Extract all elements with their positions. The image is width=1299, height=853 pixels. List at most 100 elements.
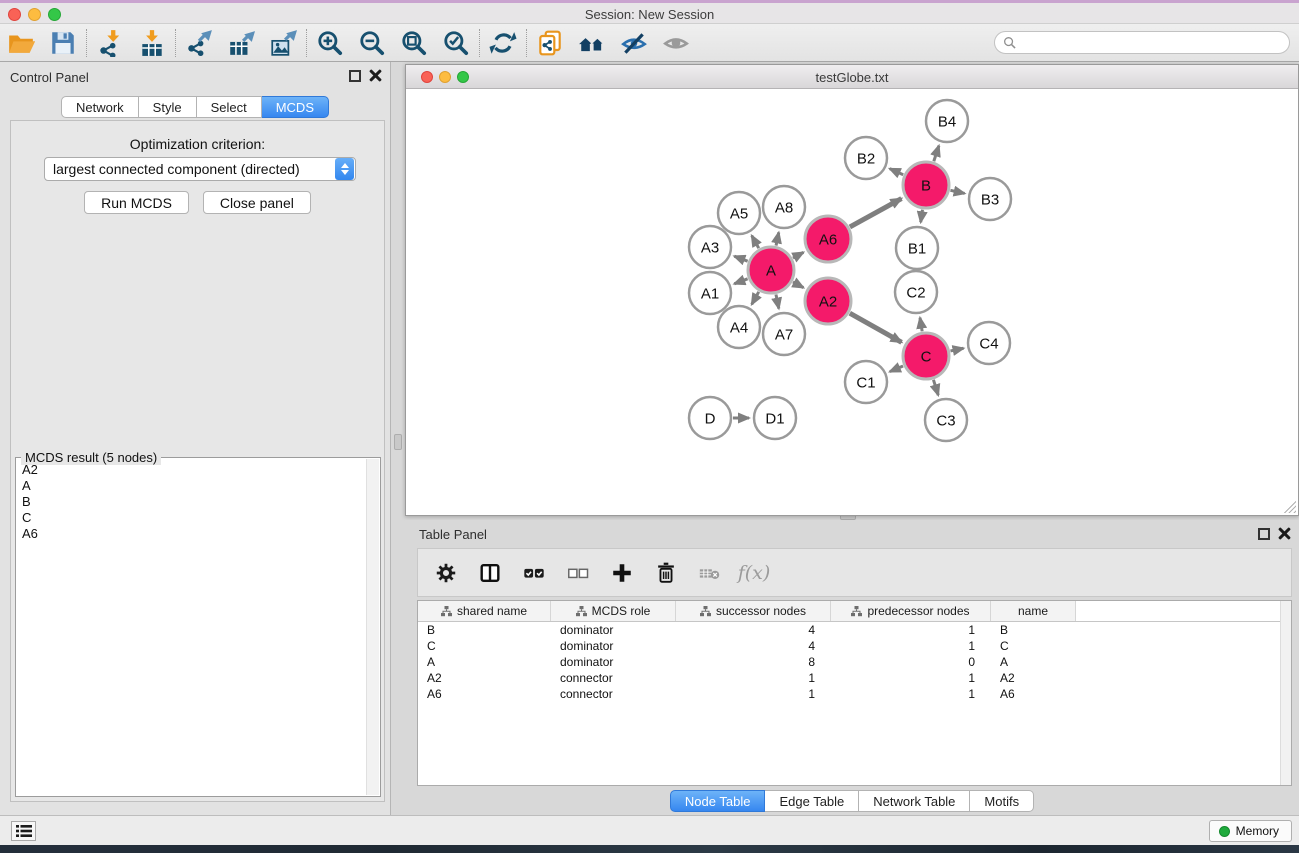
zoom-fit-button[interactable] (393, 26, 435, 60)
graph-node-B[interactable]: B (903, 162, 949, 208)
export-table-button[interactable] (220, 26, 262, 60)
table-scrollbar[interactable] (1280, 601, 1291, 785)
graph-edge[interactable] (776, 232, 779, 245)
table-cell[interactable]: B (418, 623, 551, 637)
column-header-mcds-role[interactable]: MCDS role (551, 601, 676, 621)
zoom-selected-button[interactable] (435, 26, 477, 60)
import-table-button[interactable] (131, 26, 173, 60)
graph-edge[interactable] (793, 282, 803, 288)
table-row[interactable]: Cdominator41C (418, 638, 1291, 654)
tab-network[interactable]: Network (61, 96, 139, 118)
network-graph[interactable]: B4B2BB3A5A8A6A3AB1A1A2C2A4A7CC4C1C3DD1 (406, 90, 1298, 516)
table-cell[interactable]: 4 (676, 623, 831, 637)
table-cell[interactable]: dominator (551, 623, 676, 637)
hide-graphics-details-button[interactable] (613, 26, 655, 60)
result-scrollbar[interactable] (366, 459, 379, 795)
delete-column-button[interactable] (652, 559, 680, 587)
vertical-splitter-handle[interactable] (394, 434, 402, 450)
import-network-button[interactable] (89, 26, 131, 60)
tab-select[interactable]: Select (197, 96, 262, 118)
graph-edge[interactable] (752, 236, 759, 249)
graph-node-A6[interactable]: A6 (805, 216, 851, 262)
table-cell[interactable]: A2 (991, 671, 1076, 685)
graph-node-A[interactable]: A (748, 247, 794, 293)
graph-node-D1[interactable]: D1 (754, 397, 796, 439)
zoom-out-button[interactable] (351, 26, 393, 60)
graph-node-B4[interactable]: B4 (926, 100, 968, 142)
save-session-button[interactable] (42, 26, 84, 60)
graph-edge[interactable] (950, 348, 963, 351)
table-cell[interactable]: 8 (676, 655, 831, 669)
table-cell[interactable]: connector (551, 671, 676, 685)
close-panel-icon[interactable] (369, 69, 382, 82)
graph-edge[interactable] (734, 279, 747, 284)
tab-edge-table[interactable]: Edge Table (765, 790, 859, 812)
graph-node-C4[interactable]: C4 (968, 322, 1010, 364)
graph-edge[interactable] (934, 146, 939, 162)
graph-edge[interactable] (890, 169, 903, 175)
graph-edge[interactable] (920, 318, 922, 332)
graph-edge[interactable] (950, 190, 964, 193)
graph-node-B1[interactable]: B1 (896, 227, 938, 269)
graph-node-A2[interactable]: A2 (805, 278, 851, 324)
table-cell[interactable]: 1 (676, 687, 831, 701)
search-input[interactable] (1016, 36, 1289, 50)
graph-node-A3[interactable]: A3 (689, 226, 731, 268)
delete-table-button[interactable] (696, 559, 724, 587)
function-builder-button[interactable]: f(x) (740, 559, 768, 587)
table-cell[interactable]: A2 (418, 671, 551, 685)
column-header-successor-nodes[interactable]: successor nodes (676, 601, 831, 621)
tab-network-table[interactable]: Network Table (859, 790, 970, 812)
table-row[interactable]: A2connector11A2 (418, 670, 1291, 686)
mcds-result-item[interactable]: A6 (18, 526, 364, 542)
mcds-result-item[interactable]: C (18, 510, 364, 526)
graph-edge[interactable] (933, 380, 938, 395)
graph-node-D[interactable]: D (689, 397, 731, 439)
zoom-in-button[interactable] (309, 26, 351, 60)
graph-node-A5[interactable]: A5 (718, 192, 760, 234)
table-cell[interactable]: dominator (551, 639, 676, 653)
column-header-shared-name[interactable]: shared name (418, 601, 551, 621)
table-cell[interactable]: dominator (551, 655, 676, 669)
float-panel-icon[interactable] (1258, 528, 1270, 540)
graph-edge[interactable] (890, 366, 903, 372)
graph-node-C3[interactable]: C3 (925, 399, 967, 441)
table-cell[interactable]: 1 (831, 639, 991, 653)
run-mcds-button[interactable]: Run MCDS (84, 191, 189, 214)
close-panel-icon[interactable] (1278, 527, 1291, 540)
graph-node-A4[interactable]: A4 (718, 306, 760, 348)
graph-edge[interactable] (793, 252, 803, 258)
graph-edge[interactable] (921, 210, 923, 223)
mcds-result-item[interactable]: A (18, 478, 364, 494)
open-file-button[interactable] (0, 26, 42, 60)
mcds-result-item[interactable]: A2 (18, 462, 364, 478)
column-header-predecessor-nodes[interactable]: predecessor nodes (831, 601, 991, 621)
network-canvas[interactable]: B4B2BB3A5A8A6A3AB1A1A2C2A4A7CC4C1C3DD1 (406, 90, 1298, 515)
tab-style[interactable]: Style (139, 96, 197, 118)
export-image-button[interactable] (262, 26, 304, 60)
optimization-criterion-select[interactable]: largest connected component (directed) (44, 157, 356, 181)
table-cell[interactable]: A6 (418, 687, 551, 701)
table-settings-button[interactable] (432, 559, 460, 587)
table-row[interactable]: A6connector11A6 (418, 686, 1291, 702)
graph-node-B3[interactable]: B3 (969, 178, 1011, 220)
tab-mcds[interactable]: MCDS (262, 96, 329, 118)
graph-edge[interactable] (850, 199, 902, 227)
add-column-button[interactable] (608, 559, 636, 587)
houses-button[interactable] (571, 26, 613, 60)
table-cell[interactable]: 1 (831, 687, 991, 701)
table-cell[interactable]: C (991, 639, 1076, 653)
table-cell[interactable]: 1 (831, 671, 991, 685)
export-network-button[interactable] (178, 26, 220, 60)
table-cell[interactable]: A (418, 655, 551, 669)
table-cell[interactable]: 1 (831, 623, 991, 637)
table-row[interactable]: Bdominator41B (418, 622, 1291, 638)
graph-node-A8[interactable]: A8 (763, 186, 805, 228)
graph-node-C1[interactable]: C1 (845, 361, 887, 403)
table-cell[interactable]: 0 (831, 655, 991, 669)
memory-button[interactable]: Memory (1209, 820, 1292, 842)
select-all-button[interactable] (520, 559, 548, 587)
column-header-name[interactable]: name (991, 601, 1076, 621)
refresh-button[interactable] (482, 26, 524, 60)
graph-edge[interactable] (752, 292, 759, 305)
